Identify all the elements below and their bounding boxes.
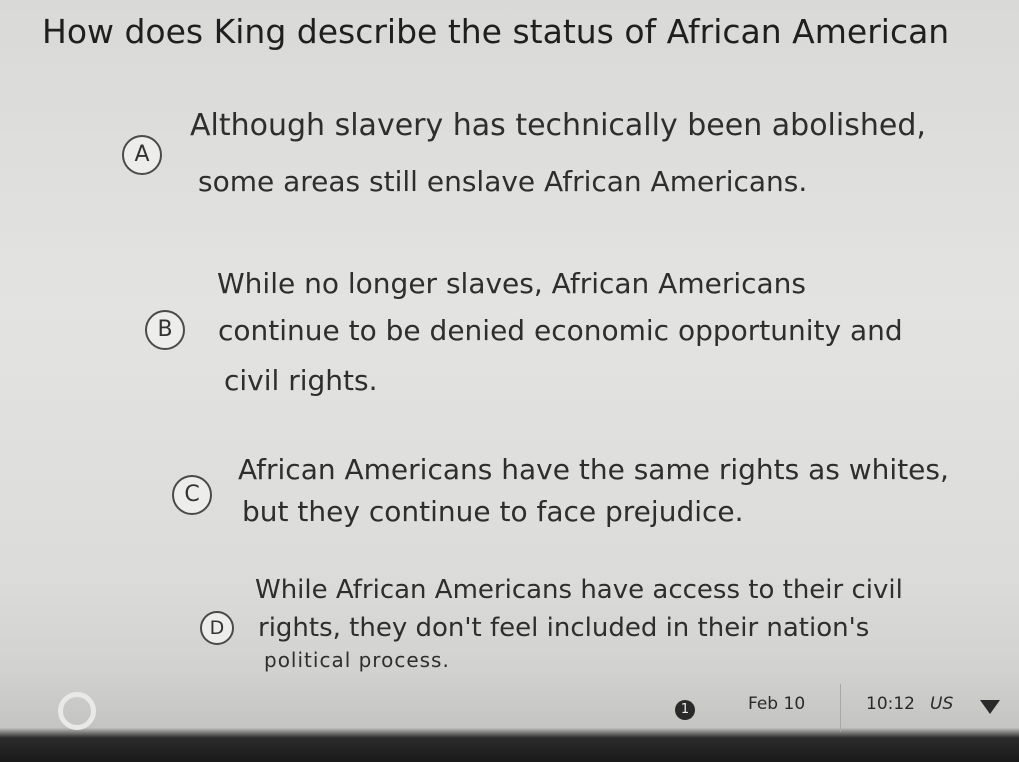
option-d-bubble[interactable]: D [200,611,234,645]
notification-badge[interactable]: 1 [675,700,695,720]
system-taskbar: 1 Feb 10 10:12 US [0,676,1019,762]
option-b-line-2: continue to be denied economic opportuni… [218,314,903,347]
wifi-icon[interactable] [980,700,1000,714]
answer-option-d[interactable]: D While African Americans have access to… [0,565,1019,675]
option-d-line-3: political process. [264,648,450,672]
option-b-bubble[interactable]: B [145,310,185,350]
tray-locale[interactable]: US [930,694,953,714]
answer-option-c[interactable]: C African Americans have the same rights… [0,445,1019,555]
tray-time[interactable]: 10:12 [866,694,915,714]
option-c-bubble[interactable]: C [172,475,212,515]
option-c-line-2: but they continue to face prejudice. [242,495,744,528]
option-a-bubble[interactable]: A [122,135,162,175]
tray-divider [840,684,841,732]
answer-option-b[interactable]: B While no longer slaves, African Americ… [0,255,1019,415]
tray-date[interactable]: Feb 10 [748,694,805,714]
quiz-question: How does King describe the status of Afr… [42,12,950,51]
answer-option-a[interactable]: A Although slavery has technically been … [0,95,1019,215]
option-a-line-1: Although slavery has technically been ab… [190,108,926,143]
option-b-line-3: civil rights. [224,364,378,397]
option-b-line-1: While no longer slaves, African American… [217,267,807,300]
option-a-line-2: some areas still enslave African America… [198,165,808,198]
launcher-circle-icon[interactable] [58,692,96,730]
